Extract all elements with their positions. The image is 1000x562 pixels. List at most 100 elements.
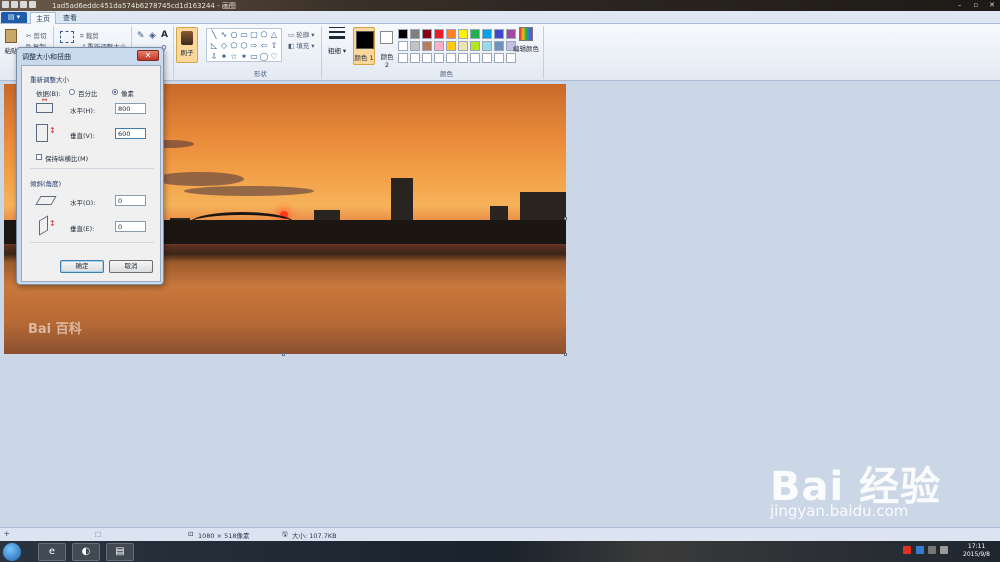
help-tray-icon[interactable] [915, 546, 924, 554]
scissors-icon: ✂ [26, 32, 32, 40]
fill-button[interactable]: ◧ 填充 ▾ [288, 40, 315, 50]
color-swatch[interactable] [470, 53, 480, 63]
network-tray-icon[interactable] [927, 546, 936, 554]
color-swatch[interactable] [446, 53, 456, 63]
outline-button[interactable]: ▭ 轮廓 ▾ [288, 29, 315, 39]
system-tray[interactable] [903, 546, 950, 556]
color-swatch[interactable] [482, 53, 492, 63]
roundrect-shape-icon[interactable]: ▢ [249, 29, 259, 40]
arrow-down-shape-icon[interactable]: ⇩ [209, 51, 219, 62]
arrow-right-shape-icon[interactable]: ⇨ [249, 40, 259, 51]
color-swatch[interactable] [410, 41, 420, 51]
resize-handle-corner[interactable] [564, 353, 567, 356]
skew-v-input[interactable] [115, 221, 146, 232]
size-button[interactable]: 粗细 ▾ [327, 27, 347, 55]
polygon-shape-icon[interactable]: ⬠ [259, 29, 269, 40]
color-swatch[interactable] [470, 29, 480, 39]
percent-radio[interactable] [69, 89, 75, 95]
star4-shape-icon[interactable]: ✦ [219, 51, 229, 62]
color-swatch[interactable] [446, 29, 456, 39]
quick-access-toolbar[interactable] [2, 1, 46, 10]
pentagon-shape-icon[interactable]: ⬠ [229, 40, 239, 51]
heart-shape-icon[interactable]: ♡ [269, 51, 279, 62]
horizontal-arrow-icon: ↔ [41, 96, 48, 104]
color-swatch[interactable] [506, 53, 516, 63]
color-swatch[interactable] [410, 53, 420, 63]
color-swatch[interactable] [398, 29, 408, 39]
oval-shape-icon[interactable]: ○ [229, 29, 239, 40]
color-swatch[interactable] [458, 29, 468, 39]
taskbar: e ◐ ▤ 17:11 2015/9/8 [0, 541, 1000, 562]
start-button[interactable] [3, 543, 21, 561]
file-menu-button[interactable]: ▤ ▾ [1, 12, 27, 23]
clock[interactable]: 17:11 2015/9/8 [963, 543, 990, 559]
color-swatch[interactable] [410, 29, 420, 39]
skew-section-title: 倾斜(角度) [30, 180, 62, 188]
crop-icon: ⌗ [80, 32, 84, 40]
rect-shape-icon[interactable]: ▭ [239, 29, 249, 40]
ie-taskbar-icon[interactable]: e [38, 543, 66, 561]
dialog-close-button[interactable]: ✕ [137, 50, 159, 61]
color-swatch[interactable] [494, 29, 504, 39]
color1-button[interactable]: 颜色 1 [353, 27, 375, 65]
color-swatch[interactable] [458, 41, 468, 51]
color-palette[interactable] [398, 29, 517, 64]
color-swatch[interactable] [470, 41, 480, 51]
hexagon-shape-icon[interactable]: ⬡ [239, 40, 249, 51]
color-swatch[interactable] [398, 41, 408, 51]
vertical-input[interactable] [115, 128, 146, 139]
pixels-radio[interactable] [112, 89, 118, 95]
select-icon[interactable] [60, 31, 74, 43]
star5-shape-icon[interactable]: ☆ [229, 51, 239, 62]
diamond-shape-icon[interactable]: ◇ [219, 40, 229, 51]
color-swatch[interactable] [434, 41, 444, 51]
pencil-icon[interactable]: ✎ [137, 31, 145, 41]
color-swatch[interactable] [422, 53, 432, 63]
line-shape-icon[interactable]: ╲ [209, 29, 219, 40]
keep-ratio-label: 保持纵横比(M) [45, 155, 89, 163]
color-swatch[interactable] [482, 29, 492, 39]
arrow-left-shape-icon[interactable]: ⇦ [259, 40, 269, 51]
color-swatch[interactable] [434, 53, 444, 63]
resize-handle-bottom[interactable] [282, 353, 285, 356]
curve-shape-icon[interactable]: ∿ [219, 29, 229, 40]
tab-home[interactable]: 主页 [30, 12, 56, 24]
callout-rect-icon[interactable]: ▭ [249, 51, 259, 62]
star6-shape-icon[interactable]: ✶ [239, 51, 249, 62]
keep-ratio-checkbox[interactable] [36, 154, 42, 160]
brushes-button[interactable]: 刷子 [176, 27, 198, 63]
volume-tray-icon[interactable] [940, 546, 948, 554]
triangle-shape-icon[interactable]: △ [269, 29, 279, 40]
crop-button[interactable]: ⌗ 裁剪 [80, 30, 99, 41]
minimize-button[interactable]: – [954, 1, 966, 9]
righttri-shape-icon[interactable]: ◺ [209, 40, 219, 51]
skew-h-input[interactable] [115, 195, 146, 206]
sogou-tray-icon[interactable] [903, 546, 912, 554]
shapes-gallery[interactable]: ╲ ∿ ○ ▭ ▢ ⬠ △ ◺ ◇ ⬠ ⬡ ⇨ ⇦ ⇧ ⇩ ✦ ☆ ✶ ▭ ◯ ♡ [206, 28, 282, 62]
tab-view[interactable]: 查看 [58, 12, 82, 24]
color2-button[interactable]: 颜色 2 [378, 27, 396, 69]
resize-handle-right[interactable] [564, 217, 567, 220]
color-swatch[interactable] [494, 41, 504, 51]
edit-colors-button[interactable]: 编辑颜色 [512, 27, 540, 53]
color-swatch[interactable] [398, 53, 408, 63]
color-swatch[interactable] [434, 29, 444, 39]
color-swatch[interactable] [482, 41, 492, 51]
media-taskbar-icon[interactable]: ◐ [72, 543, 100, 561]
close-window-button[interactable]: ✕ [986, 1, 998, 9]
explorer-taskbar-icon[interactable]: ▤ [106, 543, 134, 561]
maximize-button[interactable]: ▫ [970, 1, 982, 9]
color-swatch[interactable] [458, 53, 468, 63]
cut-button[interactable]: ✂ 剪切 [26, 30, 47, 40]
color-swatch[interactable] [446, 41, 456, 51]
color-swatch[interactable] [422, 41, 432, 51]
text-icon[interactable]: A [161, 30, 168, 40]
horizontal-input[interactable] [115, 103, 146, 114]
cancel-button[interactable]: 取消 [109, 260, 153, 273]
ok-button[interactable]: 确定 [60, 260, 104, 273]
fill-icon[interactable]: ◈ [149, 31, 156, 41]
color-swatch[interactable] [494, 53, 504, 63]
arrow-up-shape-icon[interactable]: ⇧ [269, 40, 279, 51]
color-swatch[interactable] [422, 29, 432, 39]
callout-oval-icon[interactable]: ◯ [259, 51, 269, 62]
